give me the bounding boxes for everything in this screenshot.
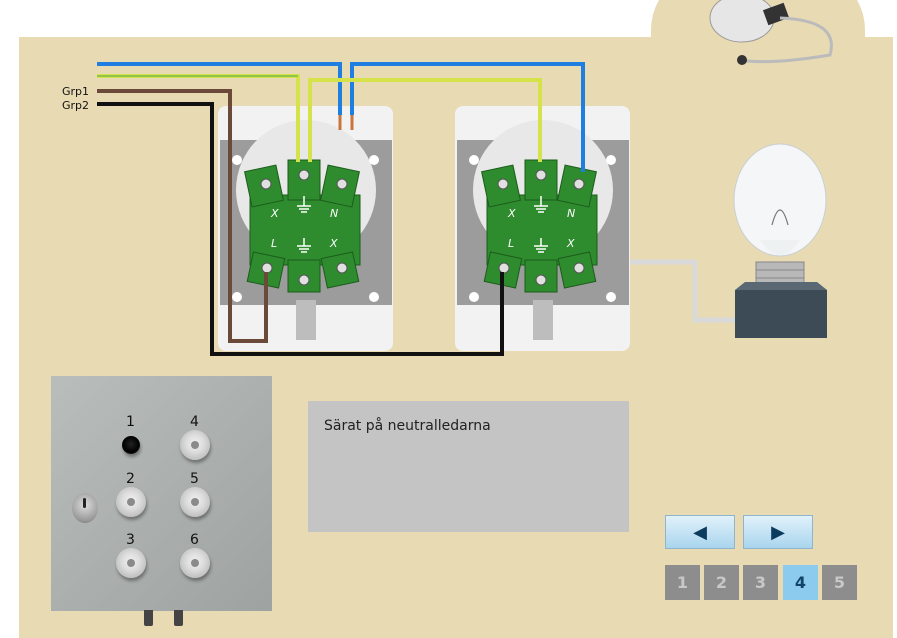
terminal-label: L — [271, 237, 277, 250]
group1-label: Grp1 — [62, 85, 89, 98]
test-point-2-jack[interactable] — [116, 487, 146, 517]
next-button[interactable]: ▶ — [743, 515, 813, 549]
selector-knob[interactable] — [72, 493, 98, 523]
terminal-label: N — [330, 207, 338, 220]
test-point-3-jack[interactable] — [116, 548, 146, 578]
info-text: Särat på neutralledarna — [324, 418, 491, 434]
page-button-1[interactable]: 1 — [665, 565, 700, 600]
test-point-1-jack[interactable] — [122, 436, 140, 454]
group2-label: Grp2 — [62, 99, 89, 112]
test-point-5-jack[interactable] — [180, 487, 210, 517]
test-point-6-jack[interactable] — [180, 548, 210, 578]
test-point-label: 3 — [126, 532, 135, 548]
test-point-label: 6 — [190, 532, 199, 548]
arrow-right-icon: ▶ — [771, 521, 785, 543]
wires — [97, 62, 735, 356]
test-point-label: 4 — [190, 414, 199, 430]
terminal-label: X — [270, 207, 279, 220]
info-box: Särat på neutralledarna — [308, 401, 629, 532]
page-button-5[interactable]: 5 — [822, 565, 857, 600]
page-button-2[interactable]: 2 — [704, 565, 739, 600]
terminal-label: X — [329, 237, 338, 250]
tester-leg — [144, 610, 153, 626]
tester-panel: 1 2 3 4 5 6 — [51, 376, 272, 611]
page-button-4[interactable]: 4 — [783, 565, 818, 600]
test-point-label: 2 — [126, 471, 135, 487]
test-point-4-jack[interactable] — [180, 430, 210, 460]
terminal-label: X — [566, 237, 575, 250]
plug-icon[interactable] — [709, 0, 833, 65]
terminal-label: L — [508, 237, 514, 250]
terminal-label: X — [507, 207, 516, 220]
prev-button[interactable]: ◀ — [665, 515, 735, 549]
tester-leg — [174, 610, 183, 626]
light-bulb-icon[interactable] — [733, 143, 827, 338]
arrow-left-icon: ◀ — [693, 521, 707, 543]
test-point-label: 1 — [126, 414, 135, 430]
terminal-label: N — [567, 207, 575, 220]
test-point-label: 5 — [190, 471, 199, 487]
page-button-3[interactable]: 3 — [743, 565, 778, 600]
